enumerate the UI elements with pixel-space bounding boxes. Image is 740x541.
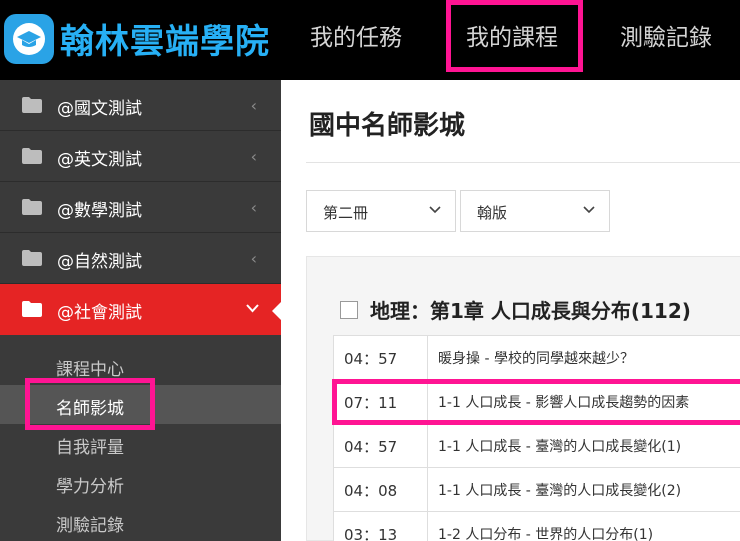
nav-test-records[interactable]: 測驗記錄 bbox=[620, 18, 712, 58]
top-bar: 翰林雲端學院 我的任務 我的課程 測驗記錄 bbox=[0, 0, 740, 80]
folder-icon bbox=[22, 97, 42, 113]
divider bbox=[306, 162, 740, 163]
folder-icon bbox=[22, 148, 42, 164]
logo-text: 翰林雲端學院 bbox=[60, 22, 270, 62]
sidebar-item-label: @數學測試 bbox=[57, 201, 142, 221]
chapter-checkbox[interactable] bbox=[340, 301, 358, 319]
chevron-down-icon bbox=[246, 304, 259, 313]
version-select-value: 翰版 bbox=[477, 204, 508, 222]
sidebar-item-label: @國文測試 bbox=[57, 99, 142, 119]
chevron-left-icon: ‹ bbox=[250, 198, 257, 217]
lesson-duration: 07：11 bbox=[344, 394, 398, 412]
table-row[interactable]: 04：08 1-1 人口成長 - 臺灣的人口成長變化(2) bbox=[333, 467, 740, 512]
sidebar: @國文測試 ‹ @英文測試 ‹ @數學測試 ‹ @自然測試 ‹ @社會測試 課程… bbox=[0, 80, 281, 541]
active-indicator bbox=[272, 302, 281, 320]
column-divider bbox=[427, 336, 428, 380]
sub-item-self-assessment[interactable]: 自我評量 bbox=[0, 424, 281, 463]
lesson-title: 暖身操 - 學校的同學越來越少？ bbox=[438, 351, 634, 367]
sub-item-label: 名師影城 bbox=[56, 399, 124, 419]
column-divider bbox=[427, 468, 428, 512]
chevron-left-icon: ‹ bbox=[250, 96, 257, 115]
sidebar-item-science[interactable]: @自然測試 ‹ bbox=[0, 233, 281, 284]
table-row[interactable]: 04：57 暖身操 - 學校的同學越來越少？ bbox=[333, 335, 740, 380]
version-select[interactable]: 翰版 bbox=[460, 190, 610, 232]
table-row[interactable]: 07：11 1-1 人口成長 - 影響人口成長趨勢的因素 bbox=[333, 379, 740, 424]
lesson-title: 1-1 人口成長 - 臺灣的人口成長變化(1) bbox=[438, 439, 682, 455]
sub-item-label: 自我評量 bbox=[56, 438, 124, 458]
nav-my-tasks[interactable]: 我的任務 bbox=[310, 18, 402, 58]
column-divider bbox=[427, 512, 428, 541]
page-title: 國中名師影城 bbox=[309, 111, 466, 141]
table-row[interactable]: 03：13 1-2 人口分布 - 世界的人口分布(1) bbox=[333, 511, 740, 541]
sub-item-ability-analysis[interactable]: 學力分析 bbox=[0, 463, 281, 502]
chevron-left-icon: ‹ bbox=[250, 147, 257, 166]
chevron-left-icon: ‹ bbox=[250, 249, 257, 268]
lesson-duration: 04：57 bbox=[344, 438, 398, 456]
chapter-panel: 地理：第1章 人口成長與分布(112) 04：57 暖身操 - 學校的同學越來越… bbox=[306, 256, 740, 541]
folder-icon bbox=[22, 250, 42, 266]
lesson-duration: 04：08 bbox=[344, 482, 398, 500]
sidebar-item-chinese[interactable]: @國文測試 ‹ bbox=[0, 80, 281, 131]
main-content: 國中名師影城 第二冊 翰版 地理：第1章 人口成長與分布(112) 04：57 … bbox=[281, 80, 740, 541]
chevron-down-icon bbox=[583, 206, 595, 214]
folder-icon bbox=[22, 301, 42, 317]
lesson-duration: 03：13 bbox=[344, 526, 398, 541]
sub-item-course-center[interactable]: 課程中心 bbox=[0, 346, 281, 385]
sidebar-item-math[interactable]: @數學測試 ‹ bbox=[0, 182, 281, 233]
book-select-value: 第二冊 bbox=[323, 204, 369, 222]
column-divider bbox=[427, 380, 428, 424]
chapter-title: 地理：第1章 人口成長與分布(112) bbox=[370, 299, 691, 323]
sidebar-item-label: @英文測試 bbox=[57, 150, 142, 170]
table-row[interactable]: 04：57 1-1 人口成長 - 臺灣的人口成長變化(1) bbox=[333, 423, 740, 468]
lesson-title: 1-1 人口成長 - 影響人口成長趨勢的因素 bbox=[438, 395, 690, 411]
sub-item-label: 學力分析 bbox=[56, 477, 124, 497]
sub-item-label: 測驗記錄 bbox=[56, 516, 124, 536]
column-divider bbox=[427, 424, 428, 468]
graduation-cap-icon bbox=[4, 14, 54, 64]
sidebar-item-label: @自然測試 bbox=[57, 252, 142, 272]
sidebar-item-social[interactable]: @社會測試 bbox=[0, 284, 281, 335]
folder-icon bbox=[22, 199, 42, 215]
chevron-down-icon bbox=[429, 206, 441, 214]
lesson-title: 1-2 人口分布 - 世界的人口分布(1) bbox=[438, 527, 654, 541]
sidebar-item-label: @社會測試 bbox=[57, 303, 142, 323]
sub-item-label: 課程中心 bbox=[56, 360, 124, 380]
book-select[interactable]: 第二冊 bbox=[306, 190, 456, 232]
logo[interactable]: 翰林雲端學院 bbox=[0, 8, 290, 70]
sub-item-test-records[interactable]: 測驗記錄 bbox=[0, 502, 281, 541]
sub-item-teacher-videos[interactable]: 名師影城 bbox=[0, 385, 281, 424]
lesson-title: 1-1 人口成長 - 臺灣的人口成長變化(2) bbox=[438, 483, 682, 499]
sidebar-item-english[interactable]: @英文測試 ‹ bbox=[0, 131, 281, 182]
lesson-duration: 04：57 bbox=[344, 350, 398, 368]
nav-my-courses[interactable]: 我的課程 bbox=[466, 18, 558, 58]
